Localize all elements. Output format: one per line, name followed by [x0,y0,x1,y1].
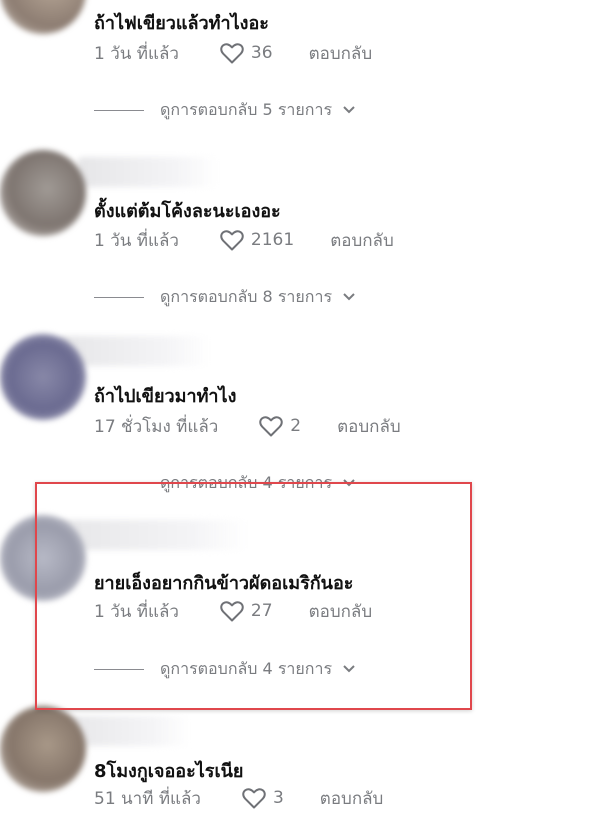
view-replies-button[interactable]: ดูการตอบกลับ 4 รายการ [94,470,356,496]
like-button[interactable]: 3 [241,786,320,810]
like-count: 36 [250,43,273,63]
avatar[interactable] [0,515,86,601]
comment-meta: 1 วัน ที่แล้ว 2161 ตอบกลับ [94,225,394,255]
heart-outline-icon [259,416,284,437]
like-button[interactable]: 2 [258,414,337,438]
like-count: 3 [272,788,284,808]
timestamp: 51 นาที ที่แล้ว [94,788,201,809]
reply-button[interactable]: ตอบกลับ [309,598,373,625]
comment-text: 8โมงกูเจออะไรเนีย [94,761,244,782]
avatar[interactable] [0,150,86,236]
comment-text: ตั้งแต่ต้มโค้งละนะเองอะ [94,201,281,222]
chevron-down-icon [343,665,355,673]
comment-text: ถ้าไฟเขียวแล้วทำไงอะ [94,13,269,34]
view-replies-label: ดูการตอบกลับ 4 รายการ [160,472,333,492]
reply-button[interactable]: ตอบกลับ [309,40,373,67]
timestamp: 17 ชั่วโมง ที่แล้ว [94,416,219,437]
reply-button[interactable]: ตอบกลับ [330,227,394,254]
avatar[interactable] [0,334,86,420]
divider-line [94,668,144,670]
reply-button[interactable]: ตอบกลับ [337,413,401,440]
view-replies-button[interactable]: ดูการตอบกลับ 5 รายการ [94,97,356,123]
like-button[interactable]: 2161 [219,228,330,252]
username-blurred [58,520,248,550]
like-button[interactable]: 27 [219,599,309,623]
chevron-down-icon [343,106,355,114]
like-button[interactable]: 36 [219,41,309,65]
comment-meta: 51 นาที ที่แล้ว 3 ตอบกลับ [94,783,383,813]
view-replies-label: ดูการตอบกลับ 4 รายการ [160,658,333,678]
timestamp: 1 วัน ที่แล้ว [94,230,179,251]
chevron-down-icon [343,293,355,301]
divider-line [94,109,144,111]
chevron-down-icon [343,479,355,487]
reply-button[interactable]: ตอบกลับ [320,785,384,812]
like-count: 2161 [250,230,295,250]
view-replies-label: ดูการตอบกลับ 5 รายการ [160,99,333,119]
heart-outline-icon [220,601,244,622]
like-count: 27 [250,601,273,621]
comment-meta: 17 ชั่วโมง ที่แล้ว 2 ตอบกลับ [94,411,401,441]
heart-outline-icon [242,788,266,809]
comment-meta: 1 วัน ที่แล้ว 27 ตอบกลับ [94,596,372,626]
view-replies-button[interactable]: ดูการตอบกลับ 8 รายการ [94,284,356,310]
comment-text: ยายเอ็งอยากกินข้าวผัดอเมริกันอะ [94,573,354,594]
divider-line [94,296,144,298]
view-replies-button[interactable]: ดูการตอบกลับ 4 รายการ [94,656,356,682]
comment-text: ถ้าไปเขียวมาทำไง [94,386,237,407]
avatar[interactable] [0,706,86,792]
view-replies-label: ดูการตอบกลับ 8 รายการ [160,286,333,306]
username-blurred [78,157,218,187]
comment-meta: 1 วัน ที่แล้ว 36 ตอบกลับ [94,38,372,68]
heart-outline-icon [220,230,244,251]
timestamp: 1 วัน ที่แล้ว [94,601,179,622]
timestamp: 1 วัน ที่แล้ว [94,43,179,64]
heart-outline-icon [220,43,244,64]
like-count: 2 [290,416,302,436]
avatar[interactable] [0,0,86,34]
